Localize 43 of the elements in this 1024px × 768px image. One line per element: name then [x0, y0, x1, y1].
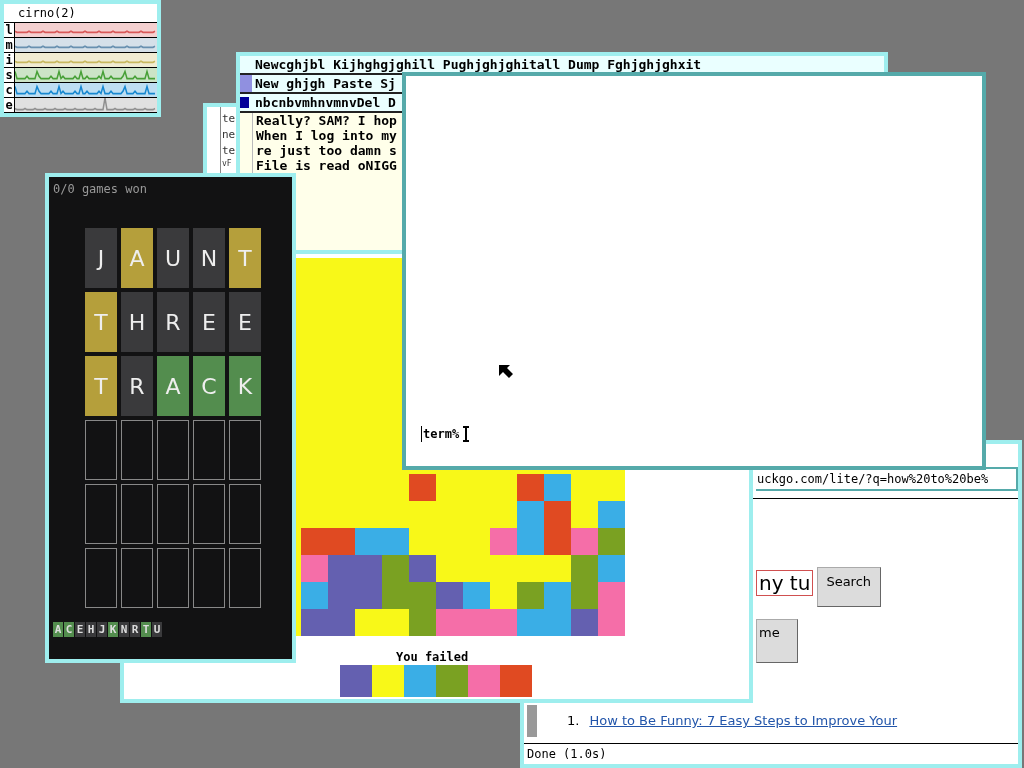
form-button[interactable]: me: [756, 619, 798, 663]
letter-tile: E: [193, 292, 225, 352]
letter-key[interactable]: N: [119, 622, 129, 637]
text-line: Really? SAM? I hop: [256, 113, 397, 128]
letter-tile: E: [229, 292, 261, 352]
score-text: 0/0 games won: [52, 181, 148, 196]
letter-key[interactable]: R: [130, 622, 140, 637]
mouse-pointer-icon: [498, 364, 514, 380]
status-text: Done (1.0s): [524, 743, 1018, 764]
letter-tile: N: [193, 228, 225, 288]
letter-tile: R: [157, 292, 189, 352]
menu-line[interactable]: New ghjgh Paste Sj: [255, 75, 396, 92]
letter-key[interactable]: J: [97, 622, 107, 637]
letter-tile: T: [85, 356, 117, 416]
menu-line[interactable]: nbcnbvmhnvmnvDel D: [255, 94, 396, 111]
letter-key[interactable]: U: [152, 622, 162, 637]
scrollbar[interactable]: [527, 705, 537, 737]
search-button[interactable]: Search: [817, 567, 882, 607]
letter-tile: C: [193, 356, 225, 416]
letter-tile: U: [157, 228, 189, 288]
letter-tile: H: [121, 292, 153, 352]
letter-tile: T: [229, 228, 261, 288]
letter-tile: R: [121, 356, 153, 416]
text-line: te: [222, 111, 236, 127]
letter-tile: A: [157, 356, 189, 416]
search-field[interactable]: ny tu: [756, 570, 814, 596]
text-line: te: [222, 143, 236, 159]
letter-tile: K: [229, 356, 261, 416]
letter-tile: J: [85, 228, 117, 288]
letter-key[interactable]: H: [86, 622, 96, 637]
text-line: vF: [222, 159, 233, 169]
letter-tile: T: [85, 292, 117, 352]
shell-prompt[interactable]: term%: [421, 426, 460, 442]
text-line: re just too damn s: [256, 143, 397, 158]
game-message: You failed: [396, 650, 470, 664]
text-line: File is read oNIGG: [256, 158, 397, 173]
text-line: ne: [222, 127, 236, 143]
letter-key[interactable]: E: [75, 622, 85, 637]
text-cursor-icon: [463, 426, 470, 442]
letter-tile: A: [121, 228, 153, 288]
text-line: When I log into my: [256, 128, 397, 143]
result-number: 1.: [567, 713, 580, 728]
result-link[interactable]: How to Be Funny: 7 Easy Steps to Improve Your: [589, 713, 898, 728]
